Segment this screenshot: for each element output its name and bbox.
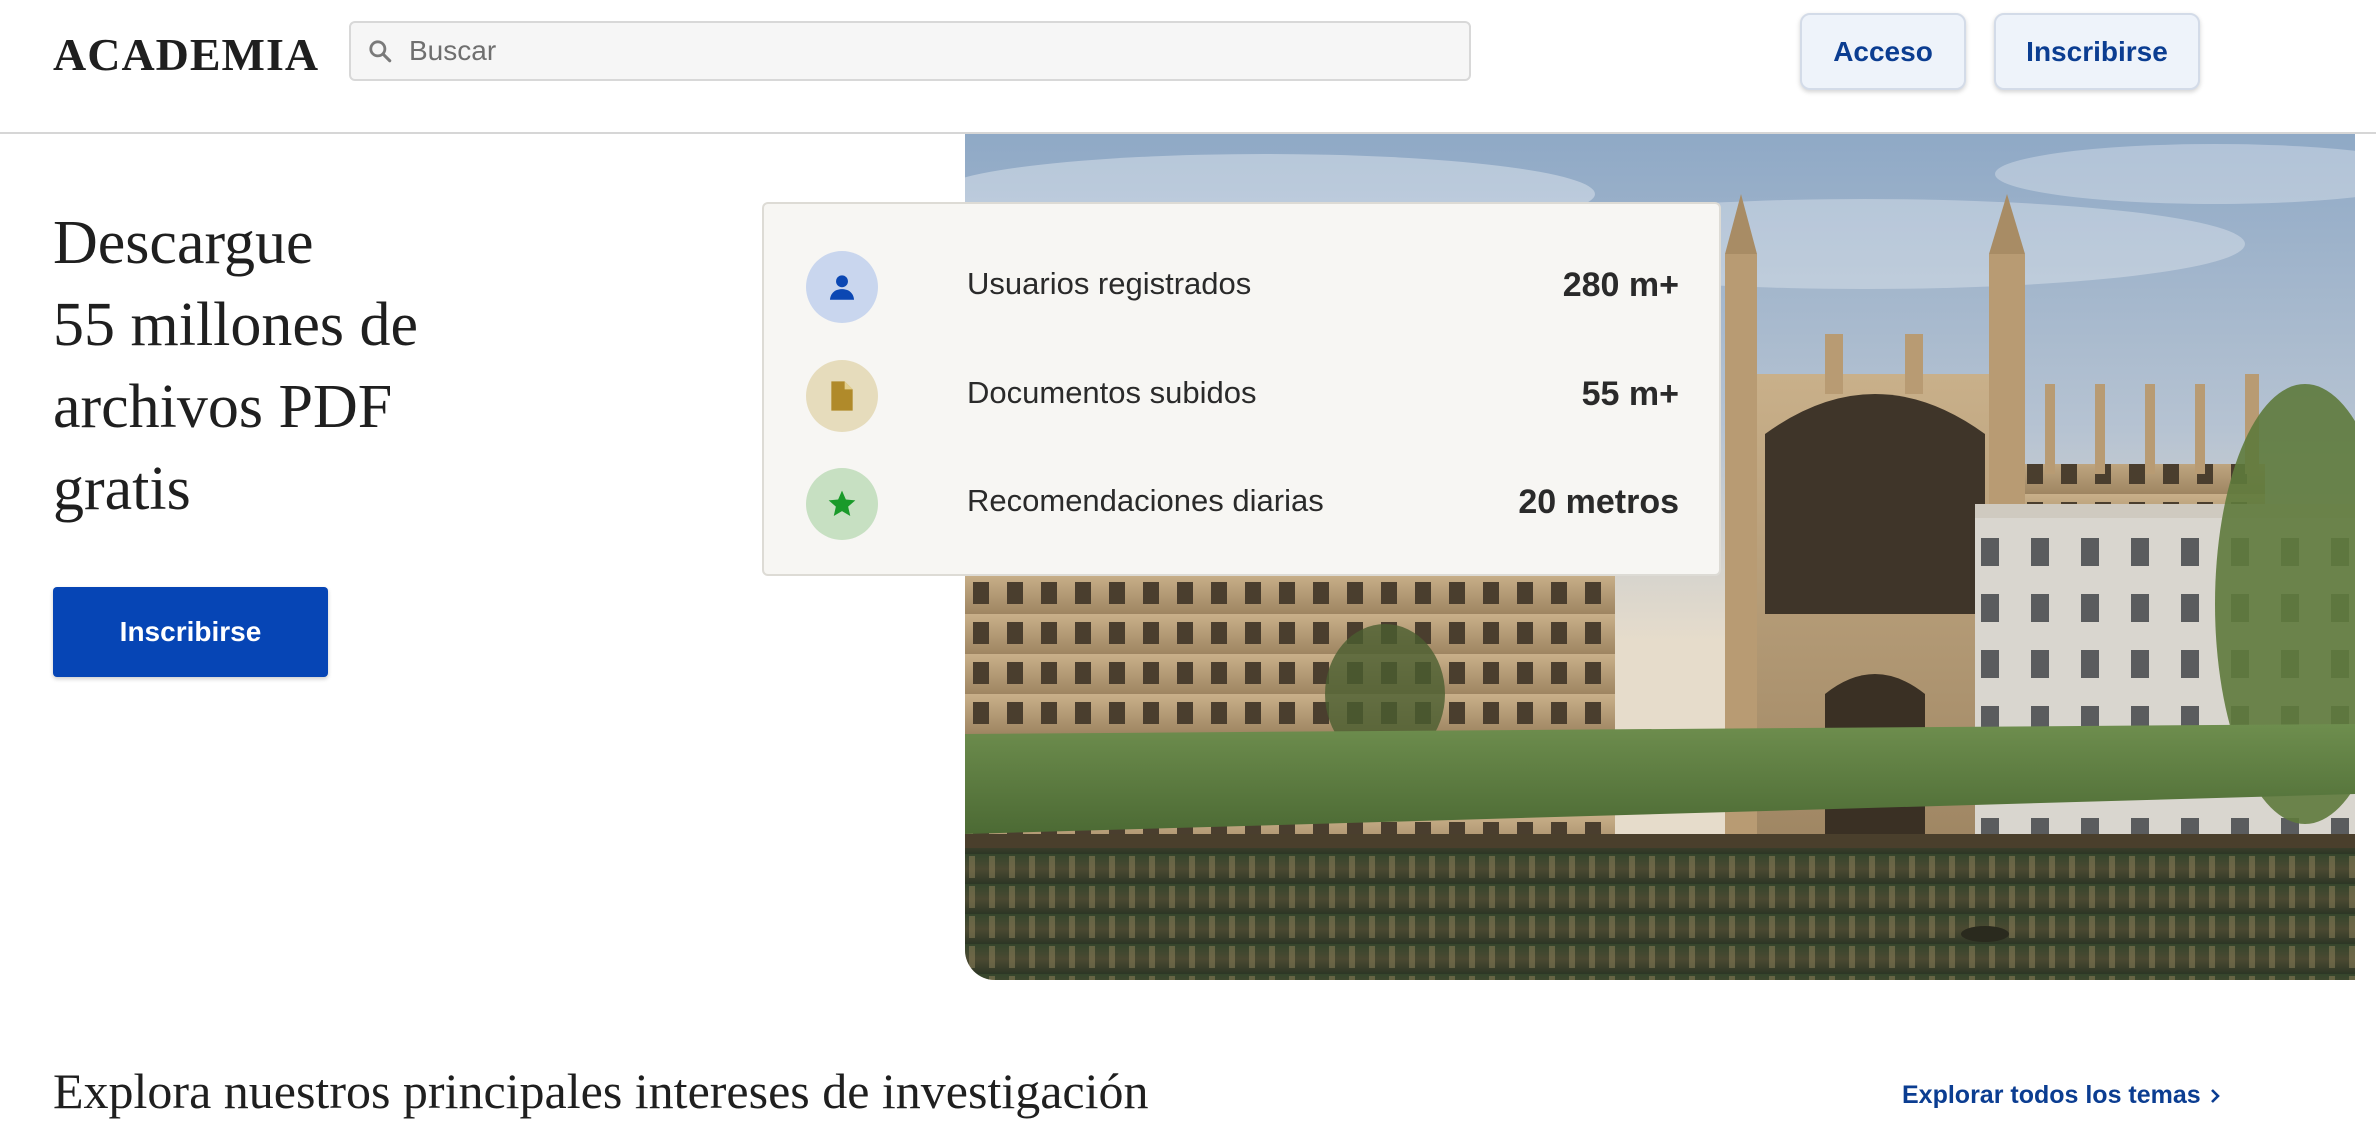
stat-label: Recomendaciones diarias: [967, 483, 1324, 518]
explore-all-topics-link[interactable]: Explorar todos los temas: [1902, 1081, 2221, 1110]
stat-row-documents: Documentos subidos 55 m+: [764, 355, 1719, 435]
academia-logo[interactable]: ACADEMIA: [53, 28, 319, 81]
search-input[interactable]: [409, 23, 1469, 79]
stats-card: Usuarios registrados 280 m+ Documentos s…: [762, 202, 1721, 576]
search-bar[interactable]: [349, 21, 1471, 81]
chevron-right-icon: [2210, 1088, 2220, 1103]
login-button[interactable]: Acceso: [1800, 13, 1966, 90]
user-icon: [829, 275, 855, 300]
stat-value: 280 m+: [1562, 266, 1679, 304]
top-header: ACADEMIA Acceso Inscribirse: [0, 0, 2376, 134]
hero-title-line-4: gratis: [53, 455, 191, 523]
hero-title-line-2: 55 millones de: [53, 291, 419, 359]
document-icon: [831, 381, 853, 411]
stat-label: Documentos subidos: [967, 375, 1257, 410]
hero-title-line-3: archivos PDF: [53, 373, 393, 441]
academia-home-page: ACADEMIA Acceso Inscribirse Descargue 55…: [0, 0, 2376, 1144]
stat-value: 20 metros: [1518, 483, 1679, 521]
hero-title-line-1: Descargue: [53, 209, 314, 277]
star-icon-badge: [806, 468, 878, 540]
explore-link-label: Explorar todos los temas: [1902, 1081, 2201, 1109]
stat-label: Usuarios registrados: [967, 266, 1252, 301]
document-icon-badge: [806, 360, 878, 432]
stat-value: 55 m+: [1581, 375, 1679, 413]
signup-button-header[interactable]: Inscribirse: [1994, 13, 2200, 90]
hero-title: Descargue 55 millones de archivos PDF gr…: [53, 202, 693, 530]
star-icon: [828, 490, 856, 516]
stat-row-recommendations: Recomendaciones diarias 20 metros: [764, 463, 1719, 543]
stat-row-users: Usuarios registrados 280 m+: [764, 246, 1719, 326]
user-icon-badge: [806, 251, 878, 323]
search-icon: [369, 40, 392, 63]
research-interests-title: Explora nuestros principales intereses d…: [53, 1063, 1149, 1119]
signup-cta-button[interactable]: Inscribirse: [53, 587, 328, 677]
